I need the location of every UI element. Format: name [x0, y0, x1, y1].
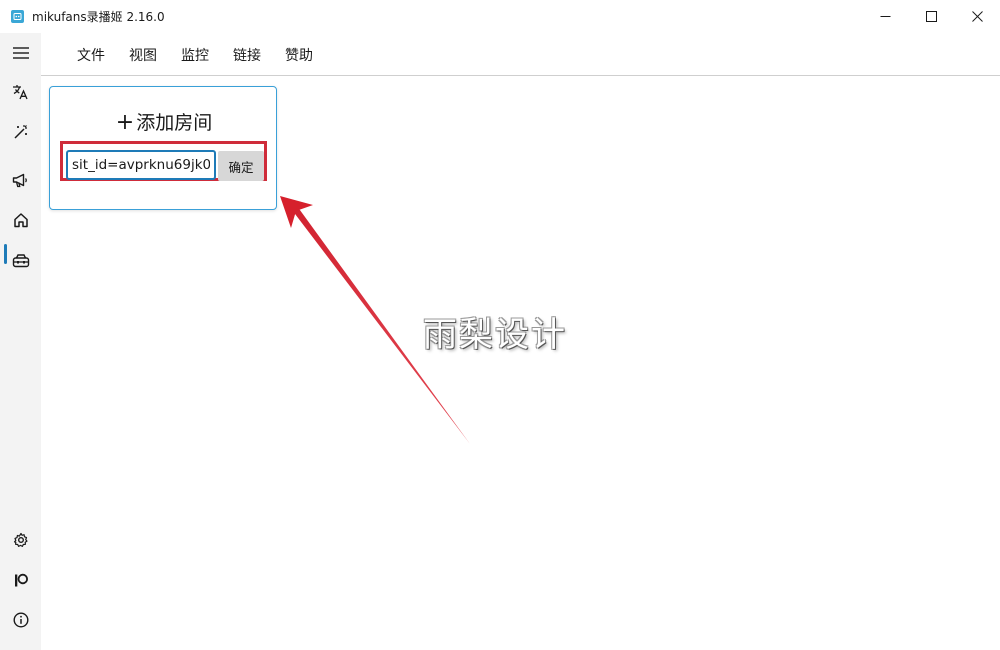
menu-sponsor[interactable]: 赞助: [285, 45, 313, 65]
add-room-title-text: 添加房间: [136, 112, 213, 134]
title-bar: mikufans录播姬 2.16.0: [0, 0, 1000, 33]
home-icon: [13, 213, 28, 228]
nav-home-button[interactable]: [0, 203, 41, 237]
minimize-icon: [880, 16, 890, 17]
navigation-rail: [0, 33, 41, 650]
close-button[interactable]: [954, 0, 1000, 33]
info-icon: [12, 612, 29, 628]
minimize-button[interactable]: [862, 0, 908, 33]
nav-patreon-button[interactable]: [0, 563, 41, 597]
toolbox-icon: [12, 253, 29, 267]
maximize-button[interactable]: [908, 0, 954, 33]
megaphone-icon: [12, 173, 27, 187]
hamburger-menu-icon: [12, 47, 29, 59]
menu-monitor[interactable]: 监控: [181, 45, 209, 65]
nav-announcement-button[interactable]: [0, 163, 41, 197]
window-title: mikufans录播姬 2.16.0: [32, 10, 165, 24]
magic-wand-icon: [13, 125, 27, 139]
nav-settings-button[interactable]: [0, 523, 41, 557]
translate-icon: [13, 85, 28, 100]
menu-bar: 文件 视图 监控 链接 赞助: [41, 33, 1000, 76]
nav-language-button[interactable]: [0, 75, 41, 109]
close-icon: [971, 11, 983, 22]
plus-icon: +: [115, 110, 135, 135]
maximize-icon: [925, 11, 937, 22]
confirm-button[interactable]: 确定: [218, 151, 264, 181]
add-room-card: +添加房间 确定: [49, 86, 277, 210]
nav-toolbox-button[interactable]: [0, 243, 41, 277]
menu-file[interactable]: 文件: [77, 45, 105, 65]
gear-icon: [13, 532, 28, 547]
nav-about-button[interactable]: [0, 603, 41, 637]
nav-toggle-button[interactable]: [0, 36, 41, 70]
nav-tools-button[interactable]: [0, 115, 41, 149]
menu-links[interactable]: 链接: [233, 45, 261, 65]
room-id-input[interactable]: [66, 150, 216, 180]
app-logo-icon: [11, 10, 24, 23]
parking-sign-icon: [14, 573, 28, 587]
watermark-text: 雨梨设计: [423, 315, 567, 355]
add-room-title: + 添加房间: [50, 108, 278, 135]
menu-view[interactable]: 视图: [129, 45, 157, 65]
